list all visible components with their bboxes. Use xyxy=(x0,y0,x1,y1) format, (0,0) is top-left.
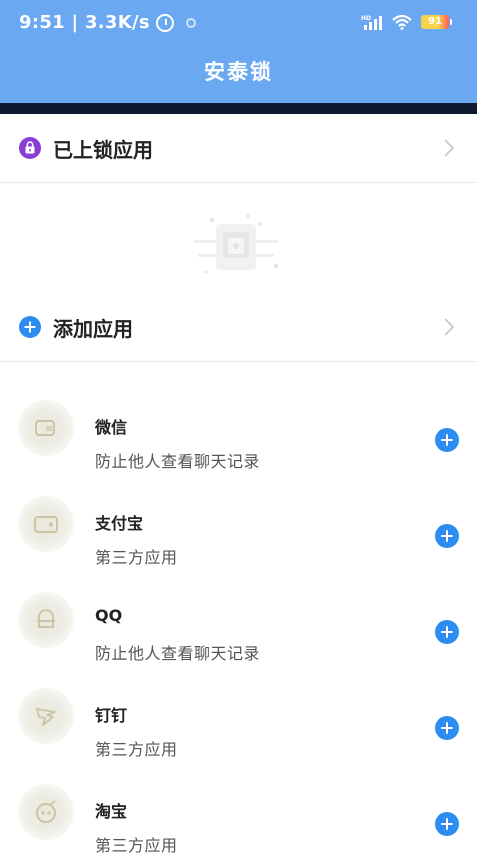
app-name: 微信 xyxy=(95,418,128,437)
add-app-button[interactable] xyxy=(435,620,459,644)
app-row-dingtalk[interactable]: 钉钉 第三方应用 xyxy=(0,676,477,772)
status-right: HD 91 xyxy=(361,14,452,30)
battery-level: 91 xyxy=(428,16,442,27)
app-desc: 防止他人查看聊天记录 xyxy=(95,452,261,471)
add-app-button[interactable] xyxy=(435,524,459,548)
qq-icon xyxy=(18,592,74,648)
alarm-icon xyxy=(155,13,174,32)
add-app-button[interactable] xyxy=(435,812,459,836)
app-row-wechat[interactable]: 微信 防止他人查看聊天记录 xyxy=(0,388,477,484)
app-name: 淘宝 xyxy=(95,802,128,821)
app-row-taobao[interactable]: 淘宝 第三方应用 xyxy=(0,772,477,867)
locked-apps-row[interactable]: 已上锁应用 xyxy=(0,114,477,182)
app-desc: 第三方应用 xyxy=(95,836,178,855)
add-app-button[interactable] xyxy=(435,716,459,740)
app-row-alipay[interactable]: 支付宝 第三方应用 xyxy=(0,484,477,580)
wifi-icon xyxy=(392,14,412,30)
battery-icon: 91 xyxy=(421,15,452,29)
app-name: 支付宝 xyxy=(95,514,144,533)
app-row-qq[interactable]: QQ 防止他人查看聊天记录 xyxy=(0,580,477,676)
app-header: 9:51 | 3.3K/s HD 91 安泰锁 xyxy=(0,0,477,103)
chevron-right-icon xyxy=(444,318,455,336)
dingtalk-icon xyxy=(18,688,74,744)
add-apps-row[interactable]: 添加应用 xyxy=(0,293,477,361)
taobao-icon xyxy=(18,784,74,840)
status-left: 9:51 | 3.3K/s xyxy=(19,12,196,33)
add-apps-label: 添加应用 xyxy=(53,316,133,341)
divider xyxy=(0,361,477,362)
status-time-speed: 9:51 | 3.3K/s xyxy=(19,12,150,33)
status-bar: 9:51 | 3.3K/s HD 91 xyxy=(0,0,477,46)
signal-icon: HD xyxy=(361,15,382,30)
empty-box-illustration xyxy=(194,214,278,274)
page-title: 安泰锁 xyxy=(204,60,273,84)
add-app-button[interactable] xyxy=(435,428,459,452)
app-desc: 第三方应用 xyxy=(95,740,178,759)
hd-label: HD xyxy=(361,15,371,22)
app-name: QQ xyxy=(95,606,123,625)
notification-dot-icon xyxy=(185,17,196,28)
app-desc: 第三方应用 xyxy=(95,548,178,567)
lock-icon xyxy=(19,137,41,159)
header-divider xyxy=(0,103,477,114)
wechat-icon xyxy=(18,400,74,456)
app-desc: 防止他人查看聊天记录 xyxy=(95,644,261,663)
chevron-right-icon xyxy=(444,139,455,157)
alipay-icon xyxy=(18,496,74,552)
plus-circle-icon xyxy=(19,316,41,338)
locked-apps-label: 已上锁应用 xyxy=(53,137,153,162)
app-name: 钉钉 xyxy=(95,706,128,725)
